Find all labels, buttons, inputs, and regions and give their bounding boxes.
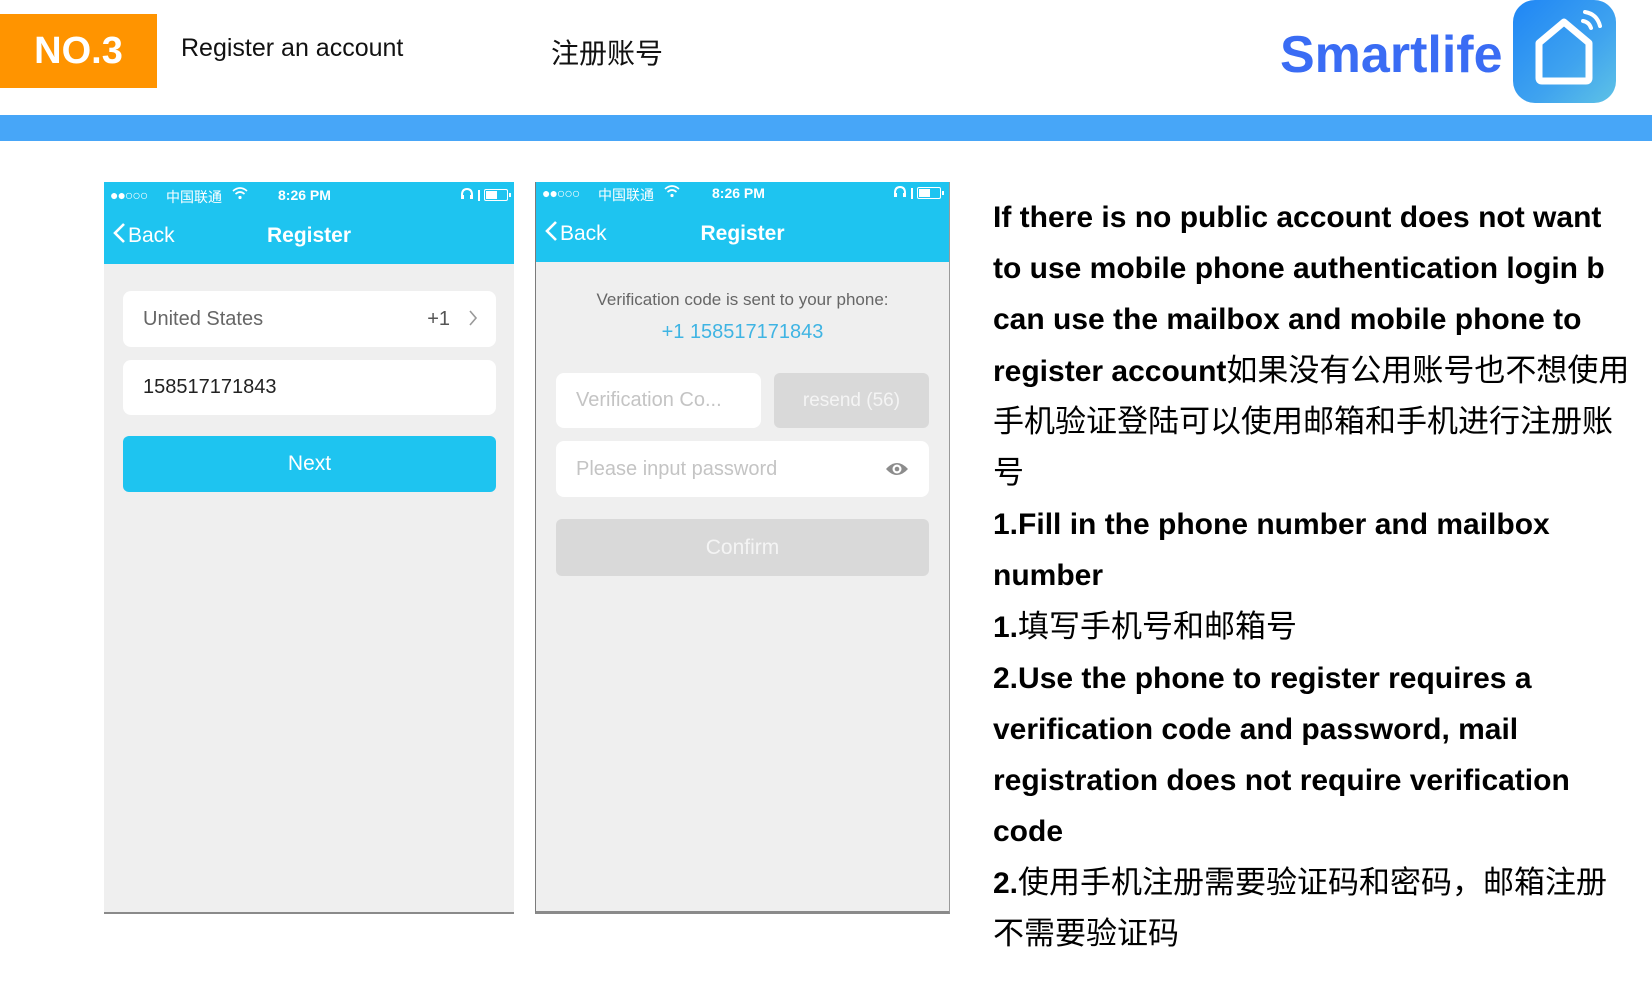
rotation-lock-icon <box>911 187 913 199</box>
step-badge: NO.3 <box>0 14 157 88</box>
step1-zh-text: 填写手机号和邮箱号 <box>1018 608 1298 645</box>
rotation-lock-icon <box>478 189 480 201</box>
phone-number-value: 158517171843 <box>143 376 277 398</box>
signal-strength-icon: ●●○○○ <box>542 185 580 201</box>
phone-number-input[interactable]: 158517171843 <box>123 360 496 415</box>
page-title: Register <box>700 222 785 245</box>
step1-zh-number: 1. <box>993 610 1019 644</box>
phone-screenshot-register-step1: ●●○○○ 中国联通 8:26 PM Back Register United … <box>104 182 514 914</box>
chevron-right-icon <box>468 309 478 333</box>
step1-en: 1.Fill in the phone number and mailbox n… <box>993 499 1633 601</box>
page-title: Register <box>266 224 352 247</box>
step-title-en: Register an account <box>181 34 404 62</box>
resend-button[interactable]: resend (56) <box>774 373 929 428</box>
app-top-bar: ●●○○○ 中国联通 8:26 PM Back Register <box>104 182 514 264</box>
verification-info-text: Verification code is sent to your phone: <box>596 290 889 309</box>
phone-screenshot-register-step2: ●●○○○ 中国联通 8:26 PM Back Register Verific… <box>535 182 950 914</box>
headphones-icon <box>460 187 474 203</box>
verification-code-placeholder: Verification Co... <box>576 389 722 411</box>
step2-en: 2.Use the phone to register requires a v… <box>993 653 1633 858</box>
step2-number: 2. <box>993 661 1019 695</box>
verification-phone-number: +1 158517171843 <box>661 321 824 343</box>
step1-en-text: Fill in the phone number and mailbox num… <box>993 508 1550 593</box>
status-bar: ●●○○○ 中国联通 8:26 PM <box>110 186 511 206</box>
step2-zh-number: 2. <box>993 866 1019 900</box>
status-time: 8:26 PM <box>278 187 331 203</box>
step-title-zh: 注册账号 <box>551 37 664 70</box>
eye-icon[interactable] <box>885 460 909 483</box>
wifi-icon <box>664 184 680 201</box>
password-placeholder: Please input password <box>576 457 778 480</box>
battery-icon <box>484 189 511 201</box>
header-divider-band <box>0 115 1652 141</box>
password-input[interactable]: Please input password <box>556 441 929 497</box>
intro-paragraph: If there is no public account does not w… <box>993 192 1633 499</box>
brand-name: Smartlife <box>1280 26 1503 84</box>
wifi-icon <box>232 186 248 203</box>
country-name: United States <box>143 307 264 330</box>
step2-en-text: Use the phone to register requires a ver… <box>993 661 1570 849</box>
confirm-button[interactable]: Confirm <box>556 519 929 576</box>
carrier-label: 中国联通 <box>598 188 654 204</box>
country-selector[interactable]: United States +1 <box>123 291 496 347</box>
instructions-text: If there is no public account does not w… <box>993 192 1633 960</box>
carrier-label: 中国联通 <box>166 190 222 206</box>
battery-icon <box>917 187 944 199</box>
verification-code-input[interactable]: Verification Co... <box>556 373 761 428</box>
app-top-bar: ●●○○○ 中国联通 8:26 PM Back Register <box>536 182 949 262</box>
status-time: 8:26 PM <box>712 185 765 201</box>
next-button[interactable]: Next <box>123 436 496 492</box>
smart-home-house-wifi-icon <box>1513 0 1616 103</box>
step2-zh-text: 使用手机注册需要验证码和密码，邮箱注册不需要验证码 <box>993 864 1608 952</box>
signal-strength-icon: ●●○○○ <box>110 187 148 203</box>
step2-zh: 2.使用手机注册需要验证码和密码，邮箱注册不需要验证码 <box>993 858 1633 960</box>
headphones-icon <box>893 185 907 201</box>
country-code: +1 <box>427 307 450 330</box>
status-bar: ●●○○○ 中国联通 8:26 PM <box>542 184 944 204</box>
step1-number: 1. <box>993 508 1019 542</box>
step1-zh: 1.填写手机号和邮箱号 <box>993 602 1633 653</box>
